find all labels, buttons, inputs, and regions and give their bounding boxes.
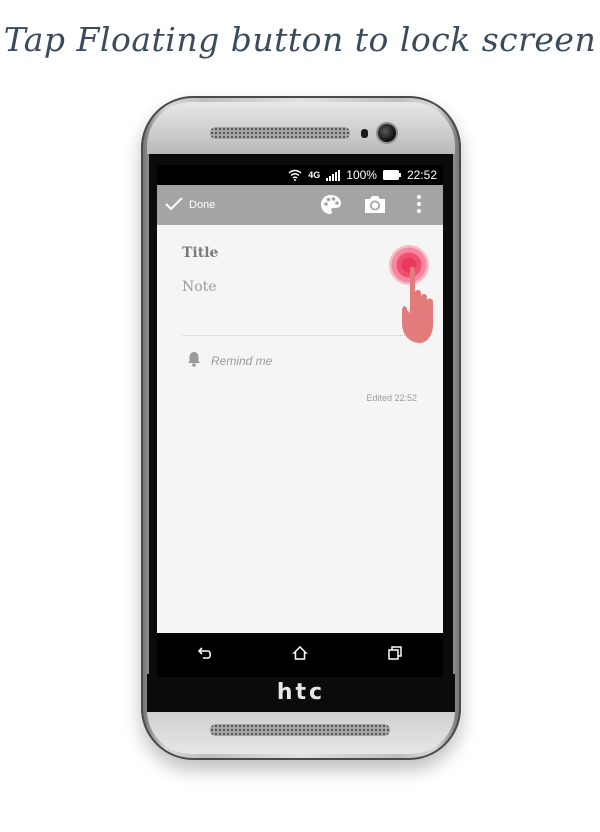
home-icon[interactable] <box>292 645 308 665</box>
network-4g-icon: 4G <box>308 170 321 180</box>
note-body-input[interactable]: Note <box>182 279 217 295</box>
checkmark-icon <box>165 196 183 214</box>
front-camera-icon <box>378 124 396 142</box>
proximity-sensor <box>361 129 368 138</box>
signal-icon <box>326 169 341 181</box>
top-bezel <box>147 102 455 154</box>
battery-percent: 100% <box>346 168 377 182</box>
earpiece-speaker <box>210 127 350 139</box>
done-button[interactable]: Done <box>165 196 216 214</box>
divider <box>182 335 417 336</box>
remind-me-button[interactable]: Remind me <box>187 351 272 370</box>
remind-me-label: Remind me <box>211 353 273 368</box>
clock: 22:52 <box>406 168 437 182</box>
edited-timestamp: Edited 22:52 <box>366 393 417 403</box>
wifi-icon <box>288 169 302 181</box>
camera-icon[interactable] <box>364 194 386 219</box>
bell-icon <box>187 351 201 370</box>
note-editor: Title Note Remind me Edited 22:52 <box>157 225 443 633</box>
navigation-bar <box>157 633 443 677</box>
logo-strip: htc <box>147 674 455 712</box>
back-icon[interactable] <box>197 646 213 665</box>
done-label: Done <box>189 199 216 211</box>
bottom-speaker <box>210 724 390 736</box>
status-bar: 4G 100% 22:52 <box>157 165 443 185</box>
headline: Tap Floating button to lock screen <box>3 20 597 59</box>
bottom-bezel: htc <box>147 674 455 754</box>
brand-logo: htc <box>276 680 326 705</box>
palette-icon[interactable] <box>320 194 342 221</box>
phone-screen: 4G 100% 22:52 Done Title Note Remind me … <box>157 165 443 677</box>
recent-apps-icon[interactable] <box>387 645 403 665</box>
title-input[interactable]: Title <box>182 245 218 261</box>
action-bar: Done <box>157 185 443 225</box>
overflow-menu-icon[interactable] <box>416 194 422 219</box>
tap-hand-icon <box>400 265 443 350</box>
battery-icon <box>382 170 401 180</box>
